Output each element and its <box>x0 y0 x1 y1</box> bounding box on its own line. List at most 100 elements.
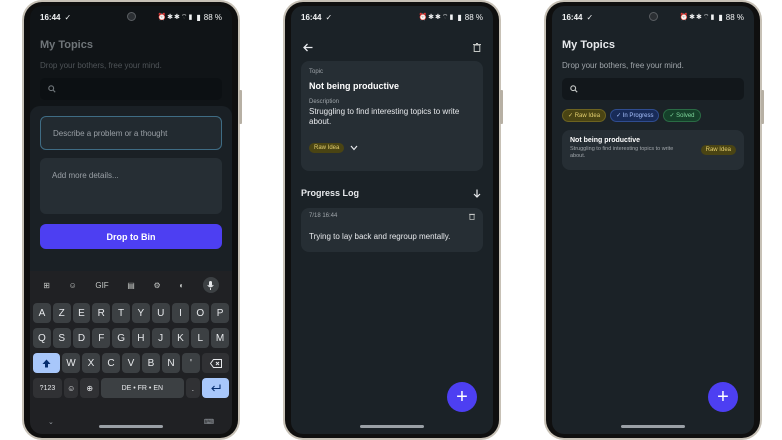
filter-in-progress[interactable]: ✓ In Progress <box>610 109 660 122</box>
check-icon: ✓ <box>586 12 594 22</box>
key[interactable]: O <box>191 303 210 323</box>
keyboard-row-2: Q S D F G H J K L M <box>33 328 229 348</box>
status-bar: 16:44 ✓ ⏰✱✱⌔▮ ▮ 88 % <box>291 6 493 28</box>
key[interactable]: G <box>112 328 130 348</box>
camera-cutout <box>127 12 136 21</box>
search-input[interactable] <box>40 78 222 100</box>
drop-to-bin-button[interactable]: Drop to Bin <box>40 224 222 249</box>
key[interactable]: X <box>82 353 100 373</box>
key[interactable]: E <box>72 303 91 323</box>
gif-button[interactable]: GIF <box>95 281 108 290</box>
detail-topbar <box>303 40 481 54</box>
battery-icon: ▮ <box>196 12 201 22</box>
screen-new-topic: 16:44 ✓ ⏰✱✱⌔▮ ▮ 88 % My Topics Drop your… <box>30 6 232 434</box>
key[interactable]: U <box>151 303 170 323</box>
filter-solved[interactable]: ✓ Solved <box>663 109 701 122</box>
shift-key[interactable] <box>33 353 60 373</box>
key[interactable]: H <box>131 328 150 348</box>
key[interactable]: I <box>171 303 190 323</box>
details-input[interactable]: Add more details... <box>40 158 222 214</box>
key[interactable]: K <box>171 328 190 348</box>
check-icon: ✓ <box>64 12 72 22</box>
mic-icon[interactable] <box>202 277 219 293</box>
item-title: Not being productive <box>570 137 640 144</box>
add-button[interactable]: + <box>708 382 738 412</box>
status-icons: ⏰✱✱⌔▮ <box>418 13 455 21</box>
key[interactable]: Z <box>52 303 71 323</box>
sticker-icon[interactable]: ☺ <box>69 281 77 290</box>
key[interactable]: T <box>112 303 130 323</box>
status-filters: ✓ Raw Idea ✓ In Progress ✓ Solved <box>562 109 746 122</box>
chevron-down-icon[interactable]: ⌄ <box>48 418 54 430</box>
symbols-key[interactable]: ?123 <box>33 378 62 398</box>
keyboard-icon[interactable]: ⌨ <box>204 418 214 430</box>
status-badge[interactable]: Raw Idea <box>309 143 345 153</box>
emoji-key[interactable]: ☺ <box>63 378 79 398</box>
key[interactable]: A <box>33 303 51 323</box>
problem-input[interactable]: Describe a problem or a thought <box>40 116 222 150</box>
backspace-key[interactable] <box>202 353 229 373</box>
phone-3: 16:44 ✓ ⏰✱✱⌔▮ ▮ 88 % My Topics Drop your… <box>544 0 764 440</box>
delete-icon[interactable] <box>469 213 475 220</box>
key[interactable]: B <box>142 353 160 373</box>
status-bar: 16:44 ✓ ⏰✱✱⌔▮ ▮ 88 % <box>552 6 754 28</box>
keyboard-row-1: A Z E R T Y U I O P <box>33 303 229 323</box>
add-button[interactable]: + <box>447 382 477 412</box>
battery-icon: ▮ <box>718 12 723 22</box>
status-time: 16:44 <box>301 12 322 22</box>
shift-icon <box>42 359 51 367</box>
space-key[interactable]: DE • FR • EN <box>101 378 184 398</box>
status-time: 16:44 <box>562 12 583 22</box>
page-title: My Topics <box>40 39 93 51</box>
topic-list-item[interactable]: Not being productive Struggling to find … <box>562 130 744 170</box>
palette-icon[interactable]: ◐ <box>179 281 184 290</box>
delete-icon[interactable] <box>473 42 481 52</box>
key[interactable]: P <box>211 303 229 323</box>
search-input[interactable] <box>562 78 744 100</box>
status-battery: 88 % <box>464 12 483 22</box>
log-date: 7/18 16:44 <box>309 213 338 219</box>
chevron-down-icon[interactable] <box>350 145 358 151</box>
apps-icon[interactable]: ⊞ <box>43 281 50 290</box>
key[interactable]: Q <box>33 328 51 348</box>
phone-1: 16:44 ✓ ⏰✱✱⌔▮ ▮ 88 % My Topics Drop your… <box>22 0 242 440</box>
key[interactable]: M <box>211 328 229 348</box>
key[interactable]: D <box>72 328 91 348</box>
key[interactable]: Y <box>131 303 150 323</box>
search-icon <box>570 85 578 93</box>
filter-raw-idea[interactable]: ✓ Raw Idea <box>562 109 607 122</box>
key[interactable]: J <box>151 328 170 348</box>
key[interactable]: S <box>52 328 71 348</box>
key[interactable]: C <box>102 353 120 373</box>
enter-key[interactable] <box>202 378 229 398</box>
screen-topic-detail: 16:44 ✓ ⏰✱✱⌔▮ ▮ 88 % Topic Not being pro… <box>291 6 493 434</box>
status-battery: 88 % <box>203 12 222 22</box>
period-key[interactable]: . <box>185 378 201 398</box>
key[interactable]: ' <box>182 353 200 373</box>
back-arrow-icon[interactable] <box>303 43 313 52</box>
key[interactable]: L <box>191 328 210 348</box>
globe-key[interactable]: ⊕ <box>80 378 99 398</box>
gesture-bar <box>99 425 163 428</box>
status-badge: Raw Idea <box>700 145 736 155</box>
description-label: Description <box>309 99 340 105</box>
screen-topic-list: 16:44 ✓ ⏰✱✱⌔▮ ▮ 88 % My Topics Drop your… <box>552 6 754 434</box>
item-description: Struggling to find interesting topics to… <box>570 146 674 159</box>
key[interactable]: F <box>92 328 111 348</box>
key[interactable]: R <box>92 303 111 323</box>
enter-icon <box>210 384 221 392</box>
sort-down-icon[interactable] <box>473 189 481 198</box>
keyboard-row-4: ?123 ☺ ⊕ DE • FR • EN . <box>33 378 229 398</box>
page-subtitle: Drop your bothers, free your mind. <box>40 61 162 70</box>
settings-icon[interactable]: ⚙ <box>153 281 160 290</box>
backspace-icon <box>209 358 222 368</box>
key[interactable]: W <box>62 353 80 373</box>
topic-label: Topic <box>309 69 324 75</box>
clipboard-icon[interactable]: ▤ <box>127 281 135 290</box>
key[interactable]: V <box>122 353 140 373</box>
key[interactable]: N <box>162 353 180 373</box>
topic-card: Topic Not being productive Description S… <box>301 61 483 171</box>
phone-2: 16:44 ✓ ⏰✱✱⌔▮ ▮ 88 % Topic Not being pro… <box>283 0 503 440</box>
gesture-bar <box>621 425 685 428</box>
page-subtitle: Drop your bothers, free your mind. <box>562 61 684 70</box>
